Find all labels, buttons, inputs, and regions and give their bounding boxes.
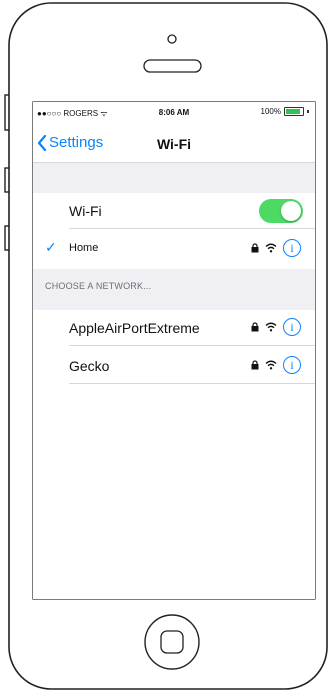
lock-icon [251, 360, 259, 370]
screen: ●●○○○ ROGERS ᯤ 8:06 AM 100% Settings Wi-… [33, 102, 315, 599]
info-icon[interactable]: i [283, 356, 301, 374]
battery-icon [284, 107, 304, 116]
page-title: Wi-Fi [156, 136, 192, 152]
network-name: AppleAirPortExtreme [69, 320, 200, 336]
info-icon[interactable]: i [283, 318, 301, 336]
info-icon[interactable]: i [283, 239, 301, 257]
wifi-toggle-row: Wi-Fi [33, 193, 315, 229]
battery-percent: 100% [260, 107, 281, 116]
navigation-bar: Settings Wi-Fi [33, 124, 315, 163]
wifi-label: Wi-Fi [69, 203, 102, 219]
network-name: Gecko [69, 358, 110, 374]
wifi-icon [265, 360, 277, 370]
lock-icon [251, 243, 259, 253]
divider [69, 345, 315, 346]
battery-status: 100% [261, 107, 309, 116]
lock-icon [251, 322, 259, 332]
home-button[interactable] [144, 614, 200, 670]
checkmark-icon: ✓ [45, 239, 57, 255]
network-row[interactable]: AppleAirPortExtreme i [33, 310, 315, 346]
connected-network-row[interactable]: ✓ Home i [33, 231, 315, 267]
network-name: Home [69, 242, 99, 254]
divider [69, 228, 315, 229]
group-spacer [33, 163, 315, 193]
section-title: CHOOSE A NETWORK... [45, 281, 152, 291]
status-bar: ●●○○○ ROGERS ᯤ 8:06 AM 100% [33, 102, 315, 122]
wifi-icon [265, 322, 277, 332]
wifi-icon [265, 243, 277, 253]
section-header: CHOOSE A NETWORK... [33, 269, 315, 310]
wifi-toggle[interactable] [259, 199, 303, 223]
divider [69, 383, 315, 384]
network-row[interactable]: Gecko i [33, 348, 315, 384]
